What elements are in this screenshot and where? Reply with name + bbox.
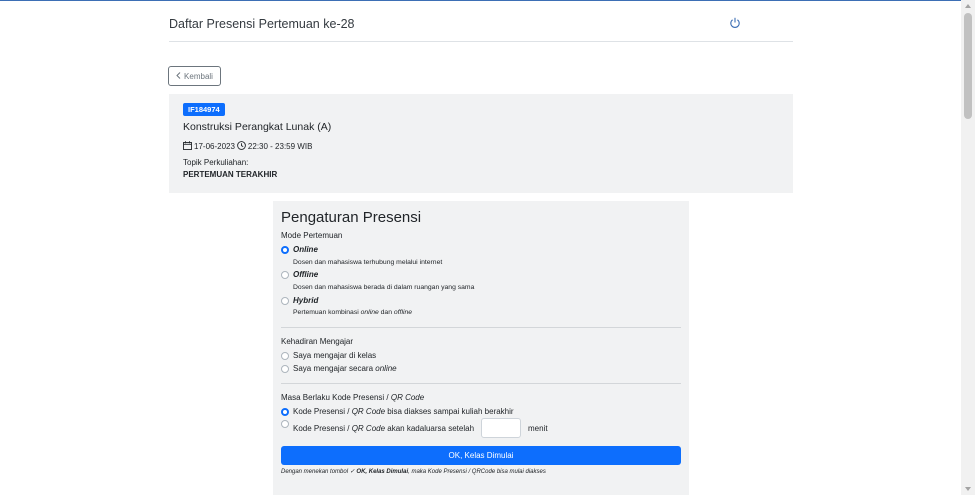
mode-offline-desc: Dosen dan mahasiswa berada di dalam ruan… [293,284,475,291]
page: Daftar Presensi Pertemuan ke-28 Kembali … [0,0,961,495]
clock-icon [237,141,246,152]
mode-offline-label: Offline [293,270,319,279]
validity-opt1-suffix: bisa diakses sampai kuliah berakhir [385,407,514,416]
mode-online-desc: Dosen dan mahasiswa terhubung melalui in… [293,259,443,266]
vertical-scrollbar[interactable] [961,0,975,495]
mode-hybrid-label: Hybrid [293,296,319,305]
page-header: Daftar Presensi Pertemuan ke-28 [169,16,793,42]
topic-value: PERTEMUAN TERAKHIR [183,170,278,179]
validity-opt1-prefix: Kode Presensi / [293,407,352,416]
mode-offline-option[interactable]: Offline [281,270,318,279]
mode-hybrid-radio[interactable] [281,296,289,305]
validity-until-end-option[interactable]: Kode Presensi / QR Code bisa diakses sam… [281,407,514,416]
course-info-panel: IF184974 Konstruksi Perangkat Lunak (A) … [169,94,793,193]
attendance-online-em: online [375,364,397,373]
chevron-left-icon [176,71,181,81]
mode-hybrid-desc: Pertemuan kombinasi online dan offline [293,309,412,316]
scrollbar-thumb[interactable] [964,13,972,119]
attendance-online-option[interactable]: Saya mengajar secara online [281,364,397,373]
attendance-online-label: Saya mengajar secara online [293,364,397,373]
mode-online-label: Online [293,245,318,254]
validity-expire-label: Kode Presensi / QR Code akan kadaluarsa … [293,424,474,433]
divider [281,383,681,384]
course-schedule: 17-06-2023 22:30 - 23:59 WIB [183,141,312,152]
attendance-settings-card: Pengaturan Presensi Mode Pertemuan Onlin… [273,201,689,495]
divider [281,327,681,328]
topic-label: Topik Perkuliahan: [183,158,249,167]
validity-label-em: QR Code [390,393,425,402]
mode-hybrid-option[interactable]: Hybrid [281,296,318,305]
start-note: Dengan menekan tombol ✓ OK, Kelas Dimula… [281,468,546,475]
validity-label: Masa Berlaku Kode Presensi / QR Code [281,393,424,402]
hybrid-desc-offline: offline [393,309,413,316]
validity-opt2-prefix: Kode Presensi / [293,423,352,433]
back-button[interactable]: Kembali [168,66,221,86]
mode-label: Mode Pertemuan [281,231,343,240]
validity-expire-radio[interactable] [281,420,289,428]
validity-opt2-em: QR Code [351,423,386,433]
back-button-label: Kembali [184,71,213,81]
course-time: 22:30 - 23:59 WIB [247,142,313,151]
calendar-icon [183,141,192,152]
hybrid-desc-prefix: Pertemuan kombinasi [293,309,361,316]
mode-online-radio[interactable] [281,245,289,254]
validity-opt2-suffix: akan kadaluarsa setelah [385,423,475,433]
mode-online-option[interactable]: Online [281,245,318,254]
mode-offline-radio[interactable] [281,270,289,279]
attendance-online-prefix: Saya mengajar secara [293,364,376,373]
hybrid-desc-online: online [360,309,379,316]
validity-label-prefix: Masa Berlaku Kode Presensi / [281,393,391,402]
hybrid-desc-mid: dan [378,309,394,316]
settings-title: Pengaturan Presensi [281,209,422,226]
note-prefix: Dengan menekan tombol [281,469,350,475]
course-date: 17-06-2023 [194,142,235,151]
minutes-input[interactable] [481,418,522,438]
power-icon[interactable] [729,16,741,28]
validity-expire-option[interactable]: Kode Presensi / QR Code akan kadaluarsa … [281,418,548,438]
note-bold: OK, Kelas Dimulai [356,469,409,475]
minutes-unit: menit [528,423,548,433]
scroll-up-arrow-icon[interactable] [965,4,971,8]
check-icon: ✓ [349,469,355,475]
validity-until-end-label: Kode Presensi / QR Code bisa diakses sam… [293,407,514,416]
attendance-online-radio[interactable] [281,364,289,373]
validity-until-end-radio[interactable] [281,407,289,416]
attendance-in-class-option[interactable]: Saya mengajar di kelas [281,351,376,360]
note-suffix: , maka Kode Presensi / QRCode bisa mulai… [408,469,546,475]
attendance-in-class-label: Saya mengajar di kelas [293,351,377,360]
validity-opt1-em: QR Code [351,407,386,416]
attendance-in-class-radio[interactable] [281,351,289,360]
scroll-down-arrow-icon[interactable] [965,487,971,491]
page-title: Daftar Presensi Pertemuan ke-28 [169,17,355,31]
attendance-label: Kehadiran Mengajar [281,337,354,346]
course-name: Konstruksi Perangkat Lunak (A) [183,121,332,133]
start-class-button[interactable]: OK, Kelas Dimulai [281,446,681,465]
course-code-badge: IF184974 [183,103,225,116]
